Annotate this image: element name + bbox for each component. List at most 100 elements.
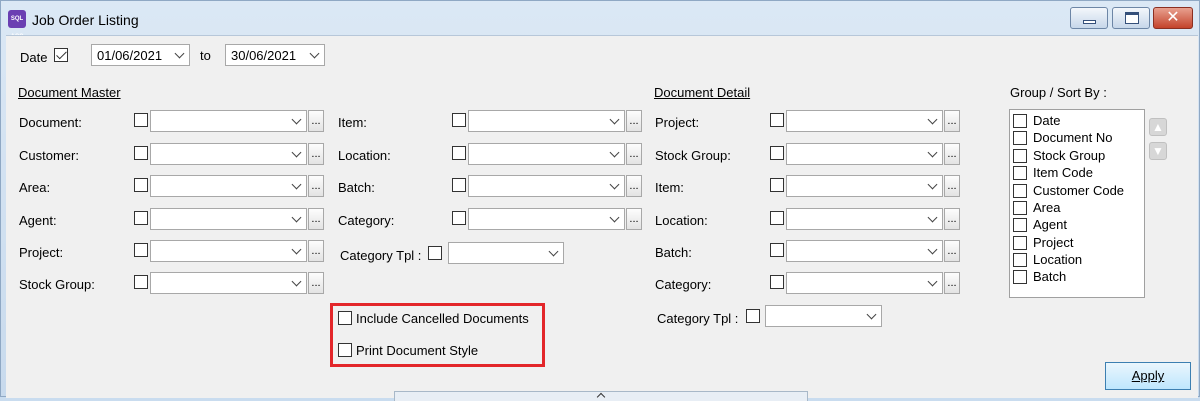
master-area-browse-button[interactable]: ... <box>308 175 324 197</box>
group-sort-item-label: Document No <box>1033 130 1113 145</box>
master-batch-browse-button[interactable]: ... <box>626 175 642 197</box>
job-order-listing-window: SQL ACC Job Order Listing ✕ Date 01/06/2… <box>0 0 1200 401</box>
detail-location-checkbox[interactable] <box>770 211 784 225</box>
chevron-down-icon <box>609 114 620 125</box>
detail-stock-group-checkbox[interactable] <box>770 146 784 160</box>
date-from-picker[interactable]: 01/06/2021 <box>91 44 190 66</box>
master-category-browse-button[interactable]: ... <box>626 208 642 230</box>
master-item-checkbox[interactable] <box>452 113 466 127</box>
detail-location-select[interactable] <box>786 208 943 230</box>
group-sort-checkbox[interactable] <box>1013 114 1027 128</box>
maximize-button[interactable] <box>1112 7 1150 29</box>
detail-category-label: Category: <box>655 277 712 292</box>
master-category-tpl-label: Category Tpl : <box>340 248 422 263</box>
master-document-browse-button[interactable]: ... <box>308 110 324 132</box>
master-location-browse-button[interactable]: ... <box>626 143 642 165</box>
master-customer-browse-button[interactable]: ... <box>308 143 324 165</box>
detail-stock-group-select[interactable] <box>786 143 943 165</box>
master-agent-label: Agent: <box>19 213 57 228</box>
group-sort-checkbox[interactable] <box>1013 270 1027 284</box>
minimize-button[interactable] <box>1070 7 1108 29</box>
master-category-select[interactable] <box>468 208 625 230</box>
group-sort-list[interactable]: Date Document No Stock Group Item Code C… <box>1009 109 1145 298</box>
detail-category-checkbox[interactable] <box>770 275 784 289</box>
detail-category-browse-button[interactable]: ... <box>944 272 960 294</box>
master-stock-group-browse-button[interactable]: ... <box>308 272 324 294</box>
master-project-checkbox[interactable] <box>134 243 148 257</box>
master-area-label: Area: <box>19 180 51 195</box>
master-agent-checkbox[interactable] <box>134 211 148 225</box>
master-item-select[interactable] <box>468 110 625 132</box>
group-sort-item-label: Location <box>1033 252 1083 267</box>
master-customer-checkbox[interactable] <box>134 146 148 160</box>
master-stock-group-checkbox[interactable] <box>134 275 148 289</box>
detail-project-browse-button[interactable]: ... <box>944 110 960 132</box>
master-document-checkbox[interactable] <box>134 113 148 127</box>
chevron-down-icon <box>927 179 938 190</box>
title-bar[interactable]: SQL ACC Job Order Listing ✕ <box>1 1 1200 40</box>
chevron-down-icon <box>291 179 302 190</box>
master-project-browse-button[interactable]: ... <box>308 240 324 262</box>
group-sort-checkbox[interactable] <box>1013 253 1027 267</box>
detail-item-select[interactable] <box>786 175 943 197</box>
chevron-down-icon <box>609 147 620 158</box>
move-up-button[interactable]: ▲ <box>1149 118 1167 136</box>
detail-category-select[interactable] <box>786 272 943 294</box>
master-area-checkbox[interactable] <box>134 178 148 192</box>
master-batch-checkbox[interactable] <box>452 178 466 192</box>
group-sort-checkbox[interactable] <box>1013 236 1027 250</box>
detail-item-checkbox[interactable] <box>770 178 784 192</box>
master-stock-group-select[interactable] <box>150 272 307 294</box>
group-sort-checkbox[interactable] <box>1013 131 1027 145</box>
detail-location-label: Location: <box>655 213 708 228</box>
close-icon: ✕ <box>1166 9 1180 26</box>
detail-project-checkbox[interactable] <box>770 113 784 127</box>
date-to-value: 30/06/2021 <box>231 48 297 63</box>
detail-batch-browse-button[interactable]: ... <box>944 240 960 262</box>
detail-item-browse-button[interactable]: ... <box>944 175 960 197</box>
master-agent-browse-button[interactable]: ... <box>308 208 324 230</box>
group-sort-item-label: Project <box>1033 235 1074 250</box>
detail-batch-checkbox[interactable] <box>770 243 784 257</box>
master-batch-select[interactable] <box>468 175 625 197</box>
master-item-browse-button[interactable]: ... <box>626 110 642 132</box>
maximize-icon <box>1125 12 1139 24</box>
group-sort-checkbox[interactable] <box>1013 201 1027 215</box>
panel-splitter[interactable] <box>394 391 808 401</box>
master-location-checkbox[interactable] <box>452 146 466 160</box>
chevron-down-icon <box>291 147 302 158</box>
chevron-down-icon <box>927 276 938 287</box>
chevron-down-icon <box>609 212 620 223</box>
detail-category-tpl-checkbox[interactable] <box>746 309 760 323</box>
master-category-label: Category: <box>338 213 395 228</box>
master-customer-select[interactable] <box>150 143 307 165</box>
detail-category-tpl-select[interactable] <box>765 305 882 327</box>
detail-batch-select[interactable] <box>786 240 943 262</box>
group-sort-checkbox[interactable] <box>1013 184 1027 198</box>
master-document-select[interactable] <box>150 110 307 132</box>
minimize-icon <box>1083 20 1096 24</box>
master-category-tpl-select[interactable] <box>448 242 564 264</box>
master-category-checkbox[interactable] <box>452 211 466 225</box>
detail-location-browse-button[interactable]: ... <box>944 208 960 230</box>
date-from-value: 01/06/2021 <box>97 48 163 63</box>
detail-batch-label: Batch: <box>655 245 692 260</box>
master-area-select[interactable] <box>150 175 307 197</box>
group-sort-checkbox[interactable] <box>1013 218 1027 232</box>
master-customer-label: Customer: <box>19 148 79 163</box>
chevron-down-icon <box>927 114 938 125</box>
master-location-select[interactable] <box>468 143 625 165</box>
detail-project-select[interactable] <box>786 110 943 132</box>
move-down-button[interactable]: ▼ <box>1149 142 1167 160</box>
group-sort-checkbox[interactable] <box>1013 166 1027 180</box>
group-sort-checkbox[interactable] <box>1013 149 1027 163</box>
master-agent-select[interactable] <box>150 208 307 230</box>
close-button[interactable]: ✕ <box>1153 7 1193 29</box>
apply-button[interactable]: Apply <box>1105 362 1191 390</box>
detail-stock-group-browse-button[interactable]: ... <box>944 143 960 165</box>
master-category-tpl-checkbox[interactable] <box>428 246 442 260</box>
chevron-down-icon <box>291 244 302 255</box>
date-to-picker[interactable]: 30/06/2021 <box>225 44 325 66</box>
date-checkbox[interactable] <box>54 48 68 62</box>
master-project-select[interactable] <box>150 240 307 262</box>
